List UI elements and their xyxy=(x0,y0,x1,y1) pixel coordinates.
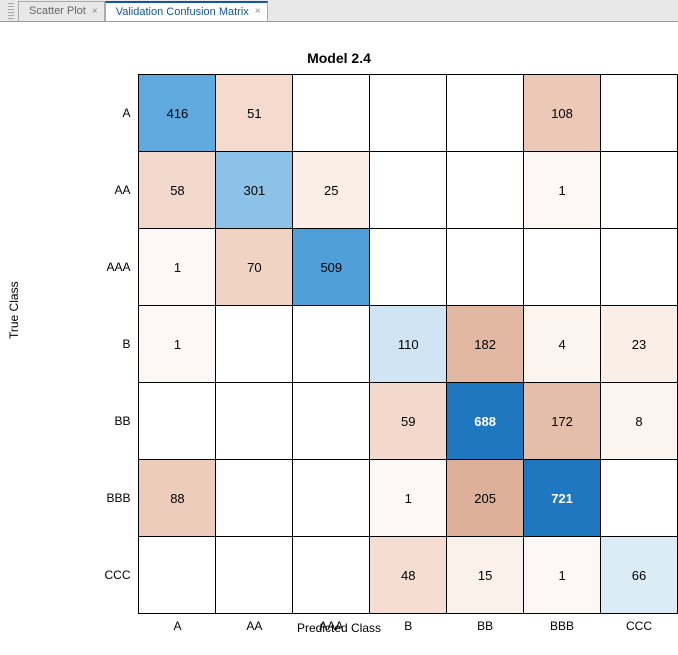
matrix-cell xyxy=(601,229,678,306)
row-label: BB xyxy=(95,383,139,460)
plot-area: Model 2.4 True Class Predicted Class A41… xyxy=(0,22,678,655)
matrix-cell: 688 xyxy=(447,383,524,460)
col-label: BB xyxy=(447,614,524,638)
row-label: AAA xyxy=(95,229,139,306)
matrix-cell: 301 xyxy=(216,152,293,229)
matrix-cell xyxy=(601,460,678,537)
matrix-cell: 205 xyxy=(447,460,524,537)
matrix-cell: 8 xyxy=(601,383,678,460)
matrix-cell: 15 xyxy=(447,537,524,614)
matrix-cell: 23 xyxy=(601,306,678,383)
row-label: CCC xyxy=(95,537,139,614)
close-icon[interactable]: × xyxy=(255,6,261,17)
matrix-cell: 110 xyxy=(370,306,447,383)
matrix-cell: 48 xyxy=(370,537,447,614)
col-label: A xyxy=(139,614,216,638)
matrix-cell xyxy=(370,229,447,306)
col-label: B xyxy=(370,614,447,638)
row-label: BBB xyxy=(95,460,139,537)
row-label: A xyxy=(95,75,139,152)
confusion-matrix: A41651108AA58301251AAA170509B1110182423B… xyxy=(95,74,678,638)
matrix-cell xyxy=(601,152,678,229)
matrix-cell xyxy=(293,383,370,460)
matrix-cell: 25 xyxy=(293,152,370,229)
matrix-cell xyxy=(293,75,370,152)
close-icon[interactable]: × xyxy=(92,6,98,17)
matrix-cell: 59 xyxy=(370,383,447,460)
tab-validation-confusion-matrix[interactable]: Validation Confusion Matrix × xyxy=(105,1,268,21)
tab-grip-icon xyxy=(8,3,14,19)
row-label: AA xyxy=(95,152,139,229)
col-label: AAA xyxy=(293,614,370,638)
tab-bar: Scatter Plot × Validation Confusion Matr… xyxy=(0,0,678,22)
tab-label: Validation Confusion Matrix xyxy=(116,6,249,18)
matrix-cell xyxy=(216,537,293,614)
matrix-cell xyxy=(447,75,524,152)
matrix-cell: 1 xyxy=(524,537,601,614)
matrix-cell: 721 xyxy=(524,460,601,537)
matrix-cell: 88 xyxy=(139,460,216,537)
col-label: AA xyxy=(216,614,293,638)
y-axis-label: True Class xyxy=(7,281,21,339)
matrix-cell: 1 xyxy=(139,229,216,306)
matrix-cell xyxy=(216,460,293,537)
matrix-cell xyxy=(293,537,370,614)
matrix-cell: 66 xyxy=(601,537,678,614)
matrix-cell: 509 xyxy=(293,229,370,306)
matrix-cell xyxy=(216,383,293,460)
matrix-cell: 70 xyxy=(216,229,293,306)
matrix-cell xyxy=(601,75,678,152)
matrix-cell: 1 xyxy=(139,306,216,383)
matrix-cell: 51 xyxy=(216,75,293,152)
matrix-cell xyxy=(447,229,524,306)
matrix-cell: 58 xyxy=(139,152,216,229)
matrix-cell: 108 xyxy=(524,75,601,152)
tab-scatter-plot[interactable]: Scatter Plot × xyxy=(18,1,105,21)
matrix-cell xyxy=(293,306,370,383)
matrix-cell xyxy=(139,383,216,460)
row-label: B xyxy=(95,306,139,383)
matrix-cell: 182 xyxy=(447,306,524,383)
tab-label: Scatter Plot xyxy=(29,5,86,17)
matrix-cell xyxy=(139,537,216,614)
matrix-cell xyxy=(370,152,447,229)
matrix-cell: 416 xyxy=(139,75,216,152)
matrix-cell xyxy=(370,75,447,152)
matrix-cell xyxy=(447,152,524,229)
chart-title: Model 2.4 xyxy=(0,50,678,66)
matrix-cell xyxy=(216,306,293,383)
matrix-cell: 1 xyxy=(370,460,447,537)
col-label: BBB xyxy=(524,614,601,638)
matrix-cell xyxy=(293,460,370,537)
matrix-cell: 1 xyxy=(524,152,601,229)
matrix-cell: 172 xyxy=(524,383,601,460)
col-label: CCC xyxy=(601,614,678,638)
matrix-cell xyxy=(524,229,601,306)
matrix-cell: 4 xyxy=(524,306,601,383)
col-label-spacer xyxy=(95,614,139,638)
